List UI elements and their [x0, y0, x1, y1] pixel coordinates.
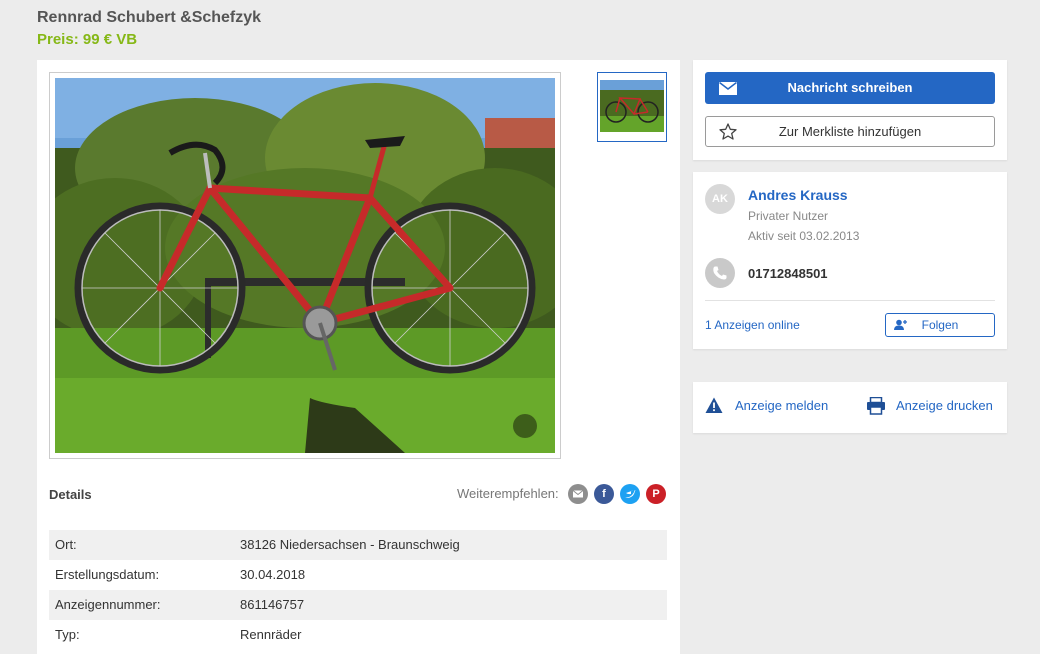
star-icon: [719, 123, 737, 140]
details-table: Ort: 38126 Niedersachsen - Braunschweig …: [49, 530, 667, 650]
contact-actions-card: Nachricht schreiben Zur Merkliste hinzuf…: [693, 60, 1007, 160]
detail-row: Ort: 38126 Niedersachsen - Braunschweig: [49, 530, 667, 560]
detail-key: Ort:: [55, 537, 77, 552]
detail-row: Erstellungsdatum: 30.04.2018: [49, 560, 667, 590]
listing-title: Rennrad Schubert &Schefzyk: [37, 9, 262, 26]
facebook-share-icon[interactable]: f: [594, 484, 614, 504]
twitter-share-icon[interactable]: [620, 484, 640, 504]
listing-price: Preis: 99 € VB: [37, 31, 138, 48]
main-photo[interactable]: [49, 72, 561, 459]
seller-card: AK Andres Krauss Privater Nutzer Aktiv s…: [693, 172, 1007, 349]
seller-name-link[interactable]: Andres Krauss: [748, 187, 848, 203]
detail-value: 30.04.2018: [240, 567, 306, 582]
listing-main-card: Details Weiterempfehlen: f P Ort: 38126 …: [37, 60, 680, 654]
ads-online-link[interactable]: 1 Anzeigen online: [705, 318, 800, 332]
detail-row: Typ: Rennräder: [49, 620, 667, 650]
detail-key: Erstellungsdatum:: [55, 567, 160, 582]
report-print-card: Anzeige melden Anzeige drucken: [693, 382, 1007, 433]
pinterest-share-icon[interactable]: P: [646, 484, 666, 504]
add-user-icon: [894, 319, 907, 330]
detail-value: 861146757: [240, 597, 305, 612]
detail-row: Anzeigennummer: 861146757: [49, 590, 667, 620]
share-label: Weiterempfehlen:: [457, 486, 559, 501]
write-message-label: Nachricht schreiben: [787, 80, 913, 95]
divider: [705, 300, 995, 301]
report-ad-label: Anzeige melden: [735, 398, 829, 413]
thumbnail-image: [600, 80, 664, 132]
seller-type: Privater Nutzer: [748, 209, 829, 223]
warning-icon: [705, 397, 723, 413]
bicycle-photo: [55, 78, 555, 453]
follow-button[interactable]: Folgen: [885, 313, 995, 337]
detail-value: 38126 Niedersachsen - Braunschweig: [240, 537, 460, 552]
envelope-icon: [719, 82, 737, 95]
detail-value: Rennräder: [240, 627, 302, 642]
add-to-watchlist-button[interactable]: Zur Merkliste hinzufügen: [705, 116, 995, 147]
watchlist-label: Zur Merkliste hinzufügen: [778, 124, 922, 139]
detail-key: Typ:: [55, 627, 80, 642]
write-message-button[interactable]: Nachricht schreiben: [705, 72, 995, 104]
printer-icon: [867, 397, 885, 415]
avatar: AK: [705, 184, 735, 214]
detail-key: Anzeigennummer:: [55, 597, 161, 612]
details-heading: Details: [49, 487, 92, 502]
seller-phone[interactable]: 01712848501: [748, 266, 828, 281]
mail-share-icon[interactable]: [568, 484, 588, 504]
follow-label: Folgen: [921, 318, 959, 332]
print-ad-label: Anzeige drucken: [896, 398, 993, 413]
photo-thumbnail[interactable]: [597, 72, 667, 142]
seller-active-since: Aktiv seit 03.02.2013: [748, 229, 860, 243]
phone-icon: [705, 258, 735, 288]
